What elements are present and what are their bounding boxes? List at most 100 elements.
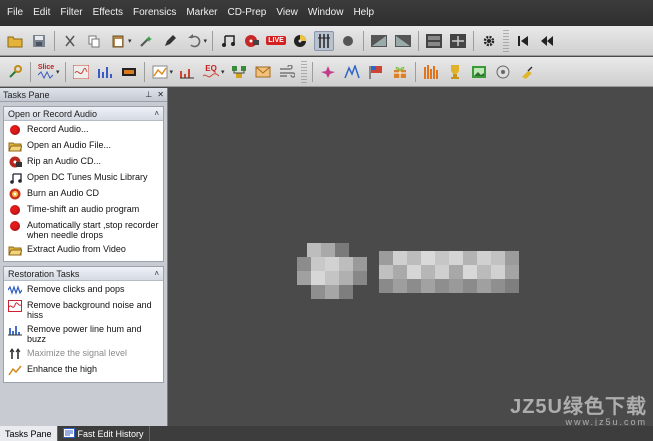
task-enhance-high[interactable]: Enhance the high: [4, 362, 163, 378]
menu-marker[interactable]: Marker: [181, 0, 222, 26]
task-record-audio[interactable]: Record Audio...: [4, 122, 163, 138]
toolbar-grip[interactable]: [503, 29, 510, 52]
flag-icon[interactable]: [366, 62, 386, 82]
marker-pin-icon[interactable]: [517, 62, 537, 82]
split-view-icon[interactable]: [424, 31, 444, 51]
enhance-icon: [8, 364, 22, 376]
task-burn-audio-cd[interactable]: Burn an Audio CD: [4, 186, 163, 202]
toolbar-grip[interactable]: [300, 60, 307, 83]
close-icon[interactable]: ✕: [157, 90, 164, 99]
settings-gear-icon[interactable]: [479, 31, 499, 51]
menu-view[interactable]: View: [271, 0, 303, 26]
burn-cd-icon: [8, 188, 22, 200]
magic-wand-icon[interactable]: [136, 31, 156, 51]
eq-icon[interactable]: EQ: [201, 62, 221, 82]
task-maximize-signal[interactable]: Maximize the signal level: [4, 346, 163, 362]
trophy-icon[interactable]: [445, 62, 465, 82]
spectrum-icon[interactable]: [95, 62, 115, 82]
pencil-icon[interactable]: [160, 31, 180, 51]
paste-icon[interactable]: [108, 31, 128, 51]
task-remove-hum[interactable]: Remove power line hum and buzz: [4, 322, 163, 346]
cd-disc-icon[interactable]: [493, 62, 513, 82]
open-folder-icon[interactable]: [5, 31, 25, 51]
eq-dropdown-icon[interactable]: ▾: [221, 68, 225, 76]
level-meter-icon[interactable]: [421, 62, 441, 82]
cut-icon[interactable]: [60, 31, 80, 51]
watermark: JZ5U绿色下载 www.jz5u.com: [510, 396, 647, 427]
paste-dropdown-icon[interactable]: ▾: [128, 37, 132, 45]
toolbar-separator: [363, 30, 365, 51]
task-extract-audio-video[interactable]: Extract Audio from Video: [4, 242, 163, 258]
slice-dropdown-icon[interactable]: ▾: [56, 68, 60, 76]
save-icon[interactable]: [29, 31, 49, 51]
menu-file[interactable]: File: [2, 0, 28, 26]
copy-icon[interactable]: [84, 31, 104, 51]
filter-wrench-icon[interactable]: [5, 62, 25, 82]
main-toolbar: ▾ ▾ LIVE: [0, 26, 653, 56]
record-icon: [8, 124, 22, 136]
declick-filter-icon[interactable]: [71, 62, 91, 82]
menu-help[interactable]: Help: [348, 0, 379, 26]
menu-window[interactable]: Window: [303, 0, 349, 26]
collapse-chevron-icon[interactable]: ˄: [154, 269, 159, 278]
toolbar-separator: [143, 61, 145, 82]
envelope-icon[interactable]: [150, 62, 170, 82]
network-icon[interactable]: [229, 62, 249, 82]
bar-chart-icon[interactable]: [177, 62, 197, 82]
fade-out-icon[interactable]: [393, 31, 413, 51]
tasks-pane-title: Tasks Pane: [3, 89, 50, 100]
menu-cd-prep[interactable]: CD-Prep: [222, 0, 271, 26]
rip-cd-icon[interactable]: [242, 31, 262, 51]
tab-fast-edit-history[interactable]: Fast Edit History: [58, 426, 150, 441]
hum-filter-icon[interactable]: [119, 62, 139, 82]
rewind-icon[interactable]: [537, 31, 557, 51]
menu-filter[interactable]: Filter: [55, 0, 87, 26]
restoration-section: Restoration Tasks ˄ Remove clicks and po…: [3, 266, 164, 383]
task-remove-noise[interactable]: Remove background noise and hiss: [4, 298, 163, 322]
dehum-icon: [8, 324, 22, 336]
toolbar-separator: [311, 61, 313, 82]
skip-start-icon[interactable]: [513, 31, 533, 51]
burn-cd-icon[interactable]: [290, 31, 310, 51]
maximize-icon: [8, 348, 22, 360]
section-title[interactable]: Open or Record Audio ˄: [4, 107, 163, 121]
slice-icon[interactable]: Slice: [36, 62, 56, 82]
effects-toolbar: Slice ▾ ▾ EQ ▾: [0, 57, 653, 87]
task-open-audio-file[interactable]: Open an Audio File...: [4, 138, 163, 154]
bottom-tab-bar: Tasks Pane Fast Edit History: [0, 426, 653, 441]
task-rip-audio-cd[interactable]: Rip an Audio CD...: [4, 154, 163, 170]
toolbar-separator: [473, 30, 475, 51]
live-icon[interactable]: LIVE: [266, 31, 286, 51]
record-dot-icon[interactable]: [338, 31, 358, 51]
mail-icon[interactable]: [253, 62, 273, 82]
menu-forensics[interactable]: Forensics: [128, 0, 181, 26]
collapse-chevron-icon[interactable]: ˄: [154, 109, 159, 118]
sparkle-icon[interactable]: [318, 62, 338, 82]
timeline-icon[interactable]: [448, 31, 468, 51]
cursor-tool-icon[interactable]: [314, 30, 335, 51]
undo-dropdown-icon[interactable]: ▾: [204, 37, 208, 45]
task-time-shift[interactable]: Time-shift an audio program: [4, 202, 163, 218]
gift-icon[interactable]: [390, 62, 410, 82]
envelope-dropdown-icon[interactable]: ▾: [170, 68, 174, 76]
record-icon: [8, 204, 22, 216]
task-open-music-library[interactable]: Open DC Tunes Music Library: [4, 170, 163, 186]
menu-edit[interactable]: Edit: [28, 0, 55, 26]
pin-icon[interactable]: ⊥: [145, 90, 152, 99]
fade-in-icon[interactable]: [369, 31, 389, 51]
toolbar-separator: [54, 30, 55, 51]
menu-effects[interactable]: Effects: [88, 0, 128, 26]
image-icon[interactable]: [469, 62, 489, 82]
tasks-pane-header: Tasks Pane ⊥ ✕: [0, 88, 167, 102]
task-remove-clicks[interactable]: Remove clicks and pops: [4, 282, 163, 298]
toolbar-separator: [418, 30, 420, 51]
wind-icon[interactable]: [277, 62, 297, 82]
task-auto-start-stop[interactable]: Automatically start ,stop recorder when …: [4, 218, 163, 242]
music-note-icon[interactable]: [218, 31, 238, 51]
undo-icon[interactable]: [184, 31, 204, 51]
declipper-icon[interactable]: [342, 62, 362, 82]
app-logo-pixelated: [297, 243, 519, 299]
declick-icon: [8, 284, 22, 296]
section-title[interactable]: Restoration Tasks ˄: [4, 267, 163, 281]
tab-tasks-pane[interactable]: Tasks Pane: [0, 426, 58, 441]
